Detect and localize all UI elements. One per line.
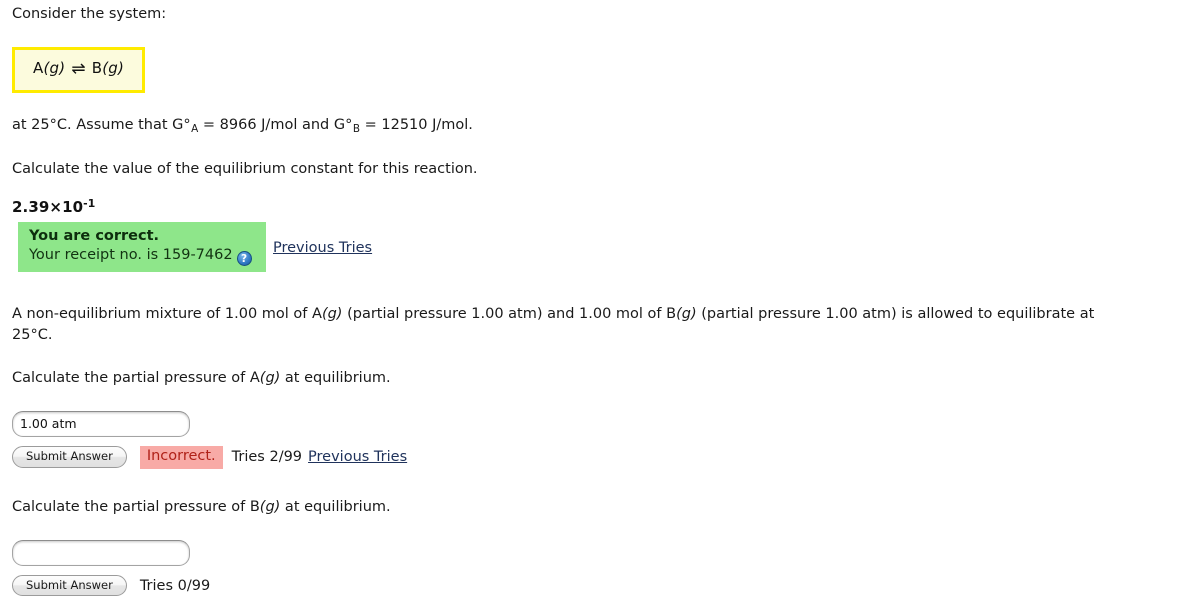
question2-submit-row: Submit Answer Incorrect. Tries 2/99 Prev…	[12, 445, 1188, 469]
reactant-label: A	[33, 59, 44, 78]
question2-prompt: Calculate the partial pressure of A(g) a…	[12, 368, 1188, 389]
question3-part1: Calculate the partial pressure of B	[12, 498, 260, 515]
question1-feedback-row: You are correct. Your receipt no. is 159…	[12, 221, 1188, 272]
question2-part1: Calculate the partial pressure of A	[12, 369, 260, 386]
question2-tries-count: Tries 2/99	[231, 449, 303, 466]
question3-answer-input[interactable]	[12, 539, 190, 566]
question3-prompt: Calculate the partial pressure of B(g) a…	[12, 497, 1188, 518]
conditions-value-a: = 8966 J/mol and G°	[198, 116, 353, 133]
reaction-equation-box: A(g) ⇌ B(g)	[12, 47, 146, 93]
question2-submit-button[interactable]: Submit Answer	[12, 446, 127, 469]
product-label: B	[91, 59, 103, 78]
question2-previous-tries-link[interactable]: Previous Tries	[308, 449, 407, 465]
question-mark-icon[interactable]: ?	[236, 250, 252, 266]
equilibrium-arrow-icon: ⇌	[71, 59, 86, 80]
question2-answer-input[interactable]	[12, 410, 190, 437]
problem-page: Consider the system: A(g) ⇌ B(g) at 25°C. …	[0, 0, 1200, 596]
question1-previous-tries-wrap: Previous Tries	[273, 240, 372, 256]
subscript-b: B	[352, 122, 361, 135]
question3-submit-button[interactable]: Submit Answer	[12, 574, 127, 596]
correct-title: You are correct.	[29, 227, 160, 244]
question3-tries-count: Tries 0/99	[139, 577, 211, 594]
question1-previous-answer: 2.39×10-1	[12, 197, 1188, 216]
scenario-part3: (partial pressure 1.00 atm) is allowed t…	[696, 305, 1095, 322]
answer-mantissa: 2.39×10	[12, 197, 84, 216]
question2-status-badge: Incorrect.	[139, 445, 223, 469]
intro-prompt: Consider the system:	[12, 6, 167, 22]
scenario-state-a: (g)	[321, 305, 343, 322]
question3-part2: at equilibrium.	[280, 498, 391, 515]
scenario-part1: A non-equilibrium mixture of 1.00 mol of…	[12, 305, 322, 322]
conditions-value-b: = 12510 J/mol.	[360, 116, 473, 133]
scenario-part2: (partial pressure 1.00 atm) and 1.00 mol…	[342, 305, 677, 322]
question3-submit-row: Submit Answer Tries 0/99	[12, 574, 1188, 596]
correct-feedback-box: You are correct. Your receipt no. is 159…	[18, 221, 266, 272]
question1-prompt: Calculate the value of the equilibrium c…	[12, 160, 478, 177]
reactant-state: (g)	[43, 59, 66, 78]
conditions-prefix: at 25°C. Assume that G°	[12, 116, 191, 133]
answer-exponent: -1	[83, 196, 96, 210]
scenario-line2: 25°C.	[12, 326, 53, 343]
reaction-equation: A(g) ⇌ B(g)	[33, 59, 125, 80]
product-state: (g)	[102, 59, 125, 78]
scenario-paragraph: A non-equilibrium mixture of 1.00 mol of…	[12, 304, 1188, 346]
receipt-number: Your receipt no. is 159-7462	[29, 246, 233, 263]
question2-part2: at equilibrium.	[280, 369, 391, 386]
question3-state: (g)	[259, 498, 281, 515]
question2-state: (g)	[259, 369, 281, 386]
previous-tries-link[interactable]: Previous Tries	[273, 240, 372, 256]
scenario-state-b: (g)	[676, 305, 697, 322]
conditions-line: at 25°C. Assume that G°A = 8966 J/mol an…	[12, 115, 1188, 137]
